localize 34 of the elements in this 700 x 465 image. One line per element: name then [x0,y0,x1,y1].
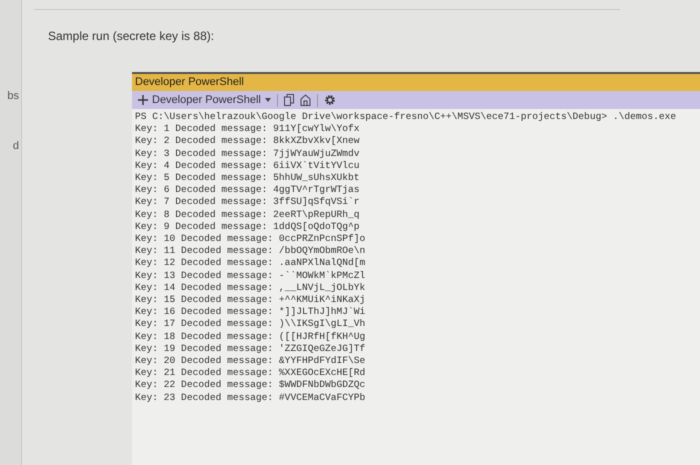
terminal-line: Key: 4 Decoded message: 6iiVX`tVitYVlcu [135,160,360,172]
terminal-line: Key: 13 Decoded message: -``MOWkM`kPMcZl [135,270,366,282]
terminal-line: Key: 8 Decoded message: 2eeRT\pRepURh_q [135,208,360,221]
terminal-line: Key: 16 Decoded message: *]]JLThJ]hMJ`Wi [135,306,366,318]
terminal-line: Key: 3 Decoded message: 7jjWYauWjuZWmdv [135,148,360,160]
terminal-line: Key: 2 Decoded message: 8kkXZbvXkv[Xnew [135,135,360,148]
home-icon[interactable] [300,94,311,106]
terminal-line: Key: 15 Decoded message: +^^KMUiK^iNKaXj [135,294,366,306]
terminal-line: Key: 11 Decoded message: /bbOQYmObmROe\n [135,245,366,258]
terminal-line: Key: 19 Decoded message: 'ZZGIQeGZeJG]Tf [135,342,366,356]
terminal-line: Key: 10 Decoded message: 0ccPRZnPcnSPf]o [135,233,366,246]
copy-icon[interactable] [284,94,294,106]
sidebar-text: bs [6,89,20,104]
terminal-line: Key: 23 Decoded message: #VVCEMaCVaFCYPb [135,392,366,404]
heading: Sample run (secrete key is 88): [48,29,214,43]
terminal-line: Key: 22 Decoded message: $WWDFNbDWbGDZQc [135,379,366,392]
window-title: Developer PowerShell [135,75,244,90]
terminal-line: Key: 14 Decoded message: ,__LNVjL_jOLbYk [135,282,366,294]
terminal-line: Key: 7 Decoded message: 3ffSU]qSfqVSi`r [135,196,360,209]
caret-icon [264,98,271,102]
terminal-line: Key: 21 Decoded message: %XXEGOcEXcHE[Rd [135,367,366,380]
terminal-line: Key: 18 Decoded message: ([[HJRfH[fKH^Ug [135,330,366,343]
new-tab-button[interactable]: Developer PowerShell [138,92,271,108]
terminal-line: Key: 6 Decoded message: 4ggTV^rTgrWTjas [135,184,360,196]
terminal-line: Key: 1 Decoded message: 911Y[cwYlw\Yofx [135,123,360,136]
terminal-line: Key: 20 Decoded message: &YYFHPdFYdIF\Se [135,355,366,368]
plus-icon [138,95,148,105]
terminal-line: Key: 12 Decoded message: .aaNPXlNalQNd[m [135,257,366,270]
terminal-line: PS C:\Users\helrazouk\Google Drive\workspace-fresno\C++\MSVS\ece71-projects\Debug> .\demos.exe [135,111,676,124]
terminal-line: Key: 17 Decoded message: )\\IKSgI\gLI_Vh [135,318,366,331]
terminal-line: Key: 9 Decoded message: 1ddQS[oQdoTQg^p [135,220,360,234]
terminal-line: Key: 5 Decoded message: 5hhUW_sUhsXUkbt [135,172,360,184]
settings-icon[interactable] [324,94,336,106]
sidebar-text: d [12,139,20,154]
